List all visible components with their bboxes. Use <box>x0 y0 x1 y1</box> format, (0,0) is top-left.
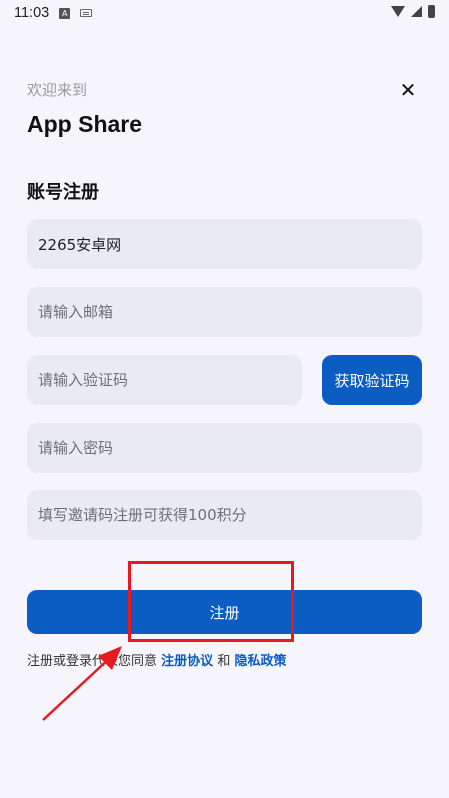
signal-icon <box>411 6 422 17</box>
terms-link[interactable]: 注册协议 <box>161 654 213 669</box>
register-button[interactable]: 注册 <box>27 590 422 634</box>
get-code-button[interactable]: 获取验证码 <box>322 355 422 405</box>
verification-code-field[interactable] <box>27 355 302 405</box>
email-field[interactable] <box>27 287 422 337</box>
welcome-subtitle: 欢迎来到 <box>27 81 88 99</box>
agreement-text: 注册或登录代表您同意 注册协议 和 隐私政策 <box>27 650 286 669</box>
app-title: App Share <box>27 111 143 137</box>
agreement-prefix: 注册或登录代表您同意 <box>27 654 158 669</box>
close-icon[interactable]: ✕ <box>397 78 419 102</box>
status-right <box>391 5 435 18</box>
keyboard-icon <box>80 9 93 17</box>
username-field[interactable] <box>27 219 422 269</box>
invite-code-field[interactable] <box>27 490 422 540</box>
section-title: 账号注册 <box>27 182 99 203</box>
privacy-link[interactable]: 隐私政策 <box>234 654 286 669</box>
agreement-conjunction: 和 <box>217 654 231 669</box>
a-notification-icon: A <box>59 7 71 19</box>
battery-icon <box>428 5 435 18</box>
password-field[interactable] <box>27 423 422 473</box>
status-bar: 11:03 A <box>0 0 449 26</box>
status-time: 11:03 <box>14 5 50 21</box>
wifi-icon <box>391 6 405 17</box>
